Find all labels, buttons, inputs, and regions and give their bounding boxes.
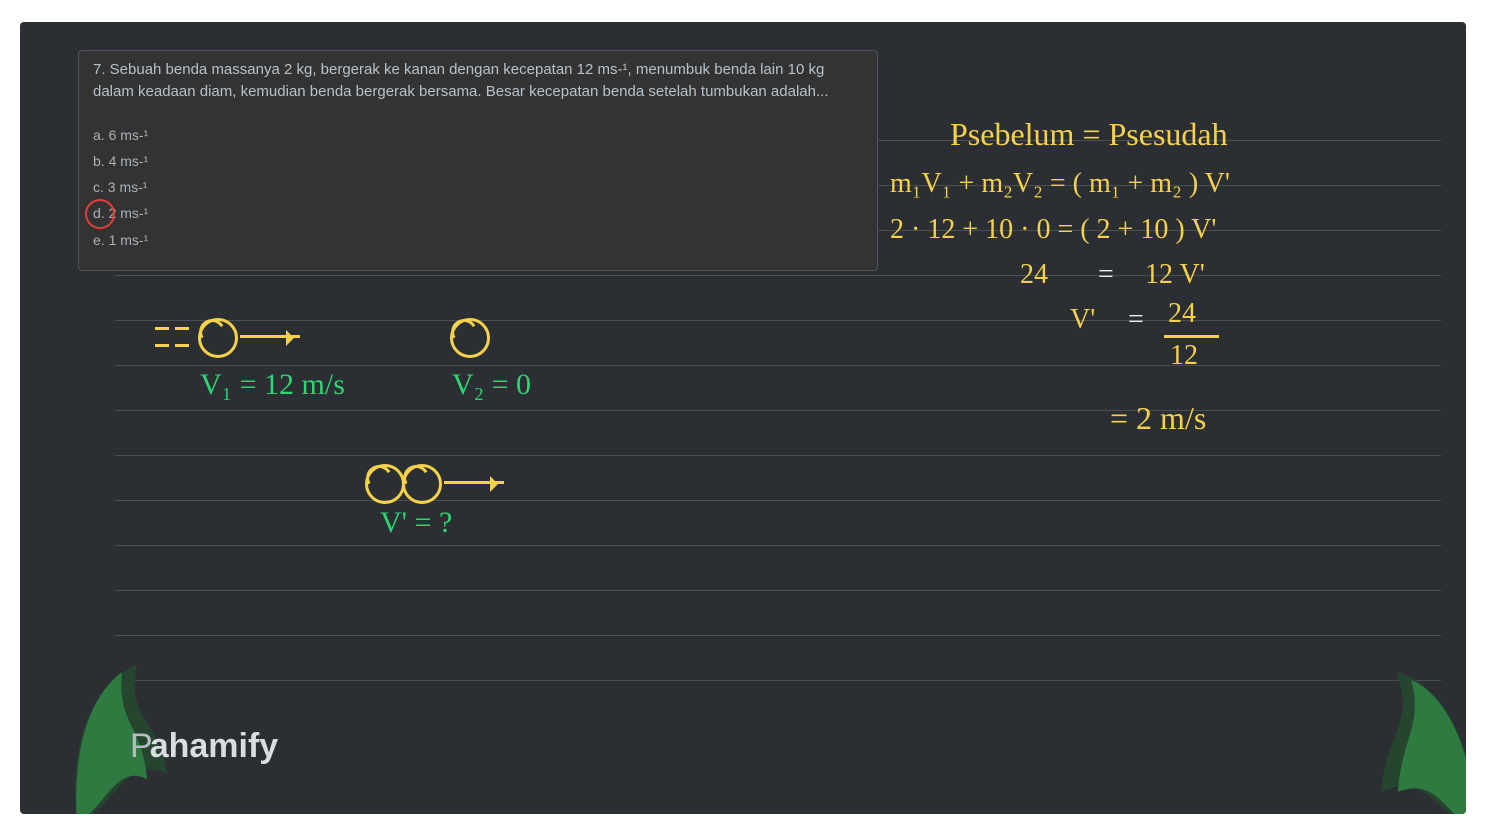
whiteboard-stage: 7. Sebuah benda massanya 2 kg, bergerak … [20, 22, 1466, 814]
work-line-1: Psebelum = Psesudah [950, 118, 1228, 150]
work-line-4-eq: = [1098, 261, 1114, 289]
ball-icon [450, 318, 490, 358]
option-c[interactable]: c. 3 ms-¹ [93, 177, 863, 197]
motion-dash-icon [155, 344, 169, 347]
rule-line [115, 275, 1441, 276]
rule-line [115, 545, 1441, 546]
work-line-6: = 2 m/s [1110, 402, 1206, 434]
question-text: 7. Sebuah benda massanya 2 kg, bergerak … [93, 59, 863, 103]
rule-line [115, 590, 1441, 591]
arrow-right-icon [240, 335, 300, 338]
answer-circle-icon [85, 199, 115, 229]
leaf-icon [1356, 662, 1466, 814]
motion-dash-icon [175, 344, 189, 347]
options-list: a. 6 ms-¹ b. 4 ms-¹ c. 3 ms-¹ d. 2 ms-¹ … [93, 125, 863, 250]
label-vq: V' = ? [380, 508, 452, 538]
rule-line [115, 680, 1441, 681]
option-b[interactable]: b. 4 ms-¹ [93, 151, 863, 171]
work-line-4-right: 12 V' [1145, 261, 1205, 289]
label-v2: V₂ = 0 [452, 370, 531, 400]
work-line-5-den: 12 [1170, 342, 1198, 370]
motion-dash-icon [155, 327, 169, 330]
arrow-right-icon [444, 481, 504, 484]
motion-dash-icon [175, 327, 189, 330]
ball-icon [198, 318, 238, 358]
ball-icon [402, 464, 442, 504]
option-e[interactable]: e. 1 ms-¹ [93, 230, 863, 250]
work-line-5-num: 24 [1168, 300, 1196, 328]
work-line-5-left: V' [1070, 306, 1095, 334]
work-line-4-left: 24 [1020, 261, 1048, 289]
rule-line [115, 365, 1441, 366]
rule-line [115, 500, 1441, 501]
rule-line [115, 410, 1441, 411]
rule-line [115, 455, 1441, 456]
option-a[interactable]: a. 6 ms-¹ [93, 125, 863, 145]
fraction-bar-icon [1164, 335, 1219, 338]
question-card: 7. Sebuah benda massanya 2 kg, bergerak … [78, 50, 878, 271]
ball-icon [365, 464, 405, 504]
work-line-2: m₁V₁ + m₂V₂ = ( m₁ + m₂ ) V' [890, 170, 1230, 198]
option-d[interactable]: d. 2 ms-¹ [93, 203, 863, 223]
label-v1: V₁ = 12 m/s [200, 370, 345, 400]
work-line-3: 2 · 12 + 10 · 0 = ( 2 + 10 ) V' [890, 216, 1216, 244]
rule-line [115, 320, 1441, 321]
brand-text: ahamify [150, 727, 279, 765]
work-line-5-eq: = [1128, 306, 1144, 334]
rule-line [115, 635, 1441, 636]
brand-logo: Pahamify [130, 727, 278, 766]
